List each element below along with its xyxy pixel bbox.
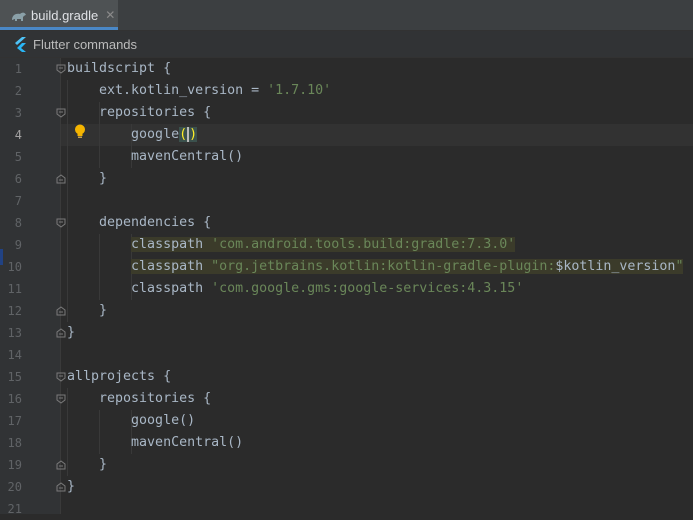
- tab-build-gradle[interactable]: build.gradle ✕: [0, 0, 118, 30]
- line-number: 21: [7, 502, 22, 516]
- line-number: 15: [7, 370, 22, 384]
- line-number: 20: [7, 480, 22, 494]
- line-number: 6: [14, 172, 22, 186]
- active-tab-indicator: [0, 27, 118, 30]
- code-line[interactable]: 13}: [0, 322, 693, 344]
- flutter-commands-bar: Flutter commands: [0, 31, 693, 58]
- matched-paren: ): [189, 127, 198, 142]
- line-number: 14: [7, 348, 22, 362]
- fold-icon[interactable]: [56, 218, 66, 228]
- line-number: 5: [14, 150, 22, 164]
- code-line[interactable]: 5 mavenCentral(): [0, 146, 693, 168]
- fold-icon[interactable]: [56, 64, 66, 74]
- flutter-commands-link[interactable]: Flutter commands: [33, 37, 137, 52]
- code-text: mavenCentral(): [67, 149, 244, 164]
- line-number: 17: [7, 414, 22, 428]
- fold-icon[interactable]: [56, 394, 66, 404]
- flutter-icon: [14, 36, 27, 52]
- code-text: dependencies {: [67, 215, 212, 230]
- line-number: 10: [7, 260, 22, 274]
- code-line[interactable]: 18 mavenCentral(): [0, 432, 693, 454]
- lightbulb-icon[interactable]: [74, 124, 86, 140]
- tab-label: build.gradle: [31, 7, 99, 23]
- code-text: }: [67, 325, 76, 340]
- fold-icon[interactable]: [56, 372, 66, 382]
- code-line[interactable]: 20}: [0, 476, 693, 498]
- code-line[interactable]: 15 allprojects {: [0, 366, 693, 388]
- code-text: google(): [67, 126, 198, 142]
- fold-icon[interactable]: [56, 482, 66, 492]
- code-line[interactable]: 17 google(): [0, 410, 693, 432]
- code-line[interactable]: 7: [0, 190, 693, 212]
- line-number: 8: [14, 216, 22, 230]
- editor-tab-bar: build.gradle ✕: [0, 0, 693, 31]
- code-text: }: [67, 479, 76, 494]
- code-line[interactable]: 8 dependencies {: [0, 212, 693, 234]
- warning-highlight[interactable]: classpath "org.jetbrains.kotlin:kotlin-g…: [131, 259, 684, 274]
- code-line[interactable]: 10 classpath "org.jetbrains.kotlin:kotli…: [0, 256, 693, 278]
- code-line[interactable]: 16 repositories {: [0, 388, 693, 410]
- fold-icon[interactable]: [56, 306, 66, 316]
- line-number: 12: [7, 304, 22, 318]
- line-number: 16: [7, 392, 22, 406]
- code-text: allprojects {: [67, 369, 172, 384]
- warning-highlight[interactable]: classpath 'com.android.tools.build:gradl…: [131, 237, 516, 252]
- line-number: 7: [14, 194, 22, 208]
- line-number: 18: [7, 436, 22, 450]
- close-icon[interactable]: ✕: [105, 8, 115, 22]
- code-text: classpath 'com.android.tools.build:gradl…: [67, 234, 516, 256]
- fold-icon[interactable]: [56, 108, 66, 118]
- code-text: ext.kotlin_version = '1.7.10': [67, 83, 332, 98]
- code-line[interactable]: 11 classpath 'com.google.gms:google-serv…: [0, 278, 693, 300]
- code-line[interactable]: 1 buildscript {: [0, 58, 693, 80]
- code-line[interactable]: 6 }: [0, 168, 693, 190]
- code-line[interactable]: 21: [0, 498, 693, 520]
- code-text: mavenCentral(): [67, 435, 244, 450]
- code-line[interactable]: 12 }: [0, 300, 693, 322]
- gradle-icon: [11, 8, 27, 22]
- line-number: 13: [7, 326, 22, 340]
- code-line[interactable]: 3 repositories {: [0, 102, 693, 124]
- code-text: google(): [67, 413, 196, 428]
- code-text: classpath 'com.google.gms:google-service…: [67, 281, 524, 296]
- fold-icon[interactable]: [56, 460, 66, 470]
- code-line[interactable]: 2 ext.kotlin_version = '1.7.10': [0, 80, 693, 102]
- line-number: 4: [14, 128, 22, 142]
- fold-icon[interactable]: [56, 174, 66, 184]
- line-number: 1: [14, 62, 22, 76]
- line-number: 11: [7, 282, 22, 296]
- code-text: }: [67, 171, 108, 186]
- code-text: }: [67, 303, 108, 318]
- fold-icon[interactable]: [56, 328, 66, 338]
- code-text: }: [67, 457, 108, 472]
- code-text: repositories {: [67, 391, 212, 406]
- line-number: 9: [14, 238, 22, 252]
- line-number: 2: [14, 84, 22, 98]
- line-number: 3: [14, 106, 22, 120]
- code-line[interactable]: 19 }: [0, 454, 693, 476]
- line-number: 19: [7, 458, 22, 472]
- code-text: repositories {: [67, 105, 212, 120]
- matched-paren: (: [179, 127, 188, 142]
- code-text: buildscript {: [67, 61, 172, 76]
- code-editor[interactable]: 1 buildscript { 2 ext.kotlin_version = '1.…: [0, 58, 693, 516]
- code-line[interactable]: 9 classpath 'com.android.tools.build:gra…: [0, 234, 693, 256]
- code-line[interactable]: 4 google(): [0, 124, 693, 146]
- code-line[interactable]: 14: [0, 344, 693, 366]
- code-text: classpath "org.jetbrains.kotlin:kotlin-g…: [67, 256, 684, 278]
